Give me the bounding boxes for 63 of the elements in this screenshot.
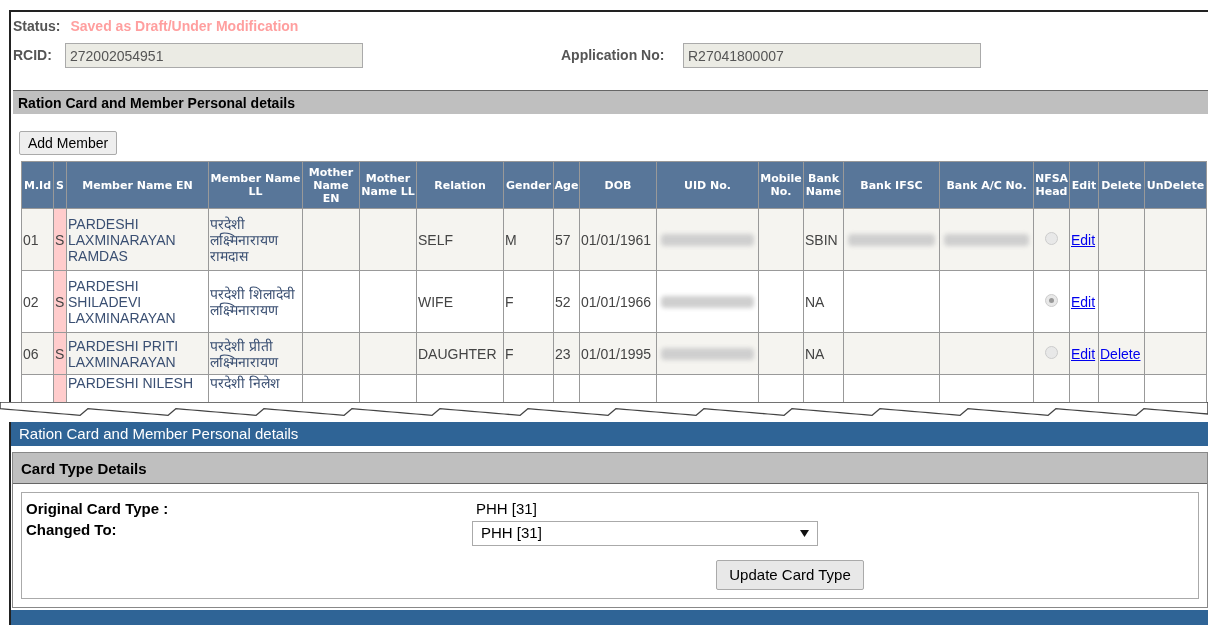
add-member-button[interactable]: Add Member — [19, 131, 118, 155]
table-cell: 01/01/1995 — [579, 332, 657, 375]
application-no-label: Application No: — [561, 46, 666, 65]
table-cell: 57 — [553, 208, 580, 271]
table-cell: DAUGHTER — [416, 332, 504, 375]
field-value: PHH [31] — [476, 498, 537, 519]
status-label: Status: — [13, 17, 61, 36]
table-cell: F — [503, 270, 554, 333]
rcid-label: RCID: — [12, 46, 53, 65]
table-cell: 23 — [553, 332, 580, 375]
column-header: Member Name EN — [66, 161, 209, 209]
table-cell: 01/01/1961 — [579, 208, 657, 271]
table-cell: WIFE — [416, 270, 504, 333]
table-cell: PARDESHI SHILADEVI LAXMINARAYAN — [66, 270, 209, 333]
status-value: Saved as Draft/Under Modification — [70, 17, 299, 36]
column-header: Bank A/C No. — [939, 161, 1034, 209]
rcid-field[interactable]: 272002054951 — [65, 43, 363, 68]
column-header: S — [53, 161, 67, 209]
card-type-dropdown[interactable]: PHH [31] — [472, 521, 818, 546]
field-label: Original Card Type : — [26, 498, 170, 519]
section-header: Ration Card and Member Personal details — [13, 90, 1208, 114]
field-label: Changed To: — [26, 520, 118, 540]
table-cell: परदेशी प्रीती लक्ष्मिनारायण — [208, 332, 303, 375]
column-header: DOB — [579, 161, 657, 209]
table-cell: NA — [803, 270, 844, 333]
column-header: Member Name LL — [208, 161, 303, 209]
column-header: Gender — [503, 161, 554, 209]
radio-button[interactable] — [1045, 345, 1058, 359]
column-header: Mother Name LL — [359, 161, 417, 209]
table-cell: परदेशी शिलादेवी लक्ष्मिनारायण — [208, 270, 303, 333]
caret-icon — [800, 530, 809, 537]
column-header: Mother Name EN — [302, 161, 360, 209]
column-header: UnDelete — [1144, 161, 1207, 209]
table-cell: PARDESHI LAXMINARAYAN RAMDAS — [66, 208, 209, 271]
dropdown-value: PHH [31] — [481, 523, 542, 544]
table-cell: PARDESHI PRITI LAXMINARAYAN — [66, 332, 209, 375]
column-header: Bank Name — [803, 161, 844, 209]
table-cell: परदेशी लक्ष्मिनारायण रामदास — [208, 208, 303, 271]
table-cell: NA — [803, 332, 844, 375]
column-header: Bank IFSC — [843, 161, 940, 209]
column-header: Age — [553, 161, 580, 209]
section-header: Card Type Details — [13, 453, 1207, 484]
table-cell: M — [503, 208, 554, 271]
table-cell: SBIN — [803, 208, 844, 271]
table-cell: 01/01/1966 — [579, 270, 657, 333]
column-header: Mobile No. — [758, 161, 804, 209]
table-cell: 01 — [21, 208, 54, 271]
column-header: UID No. — [656, 161, 759, 209]
column-header: NFSA Head — [1033, 161, 1070, 209]
radio-button[interactable] — [1045, 293, 1058, 307]
table-cell: F — [503, 332, 554, 375]
radio-button[interactable] — [1045, 231, 1058, 245]
update-card-type-button[interactable]: Update Card Type — [716, 560, 864, 590]
column-header: Delete — [1098, 161, 1145, 209]
table-cell: 06 — [21, 332, 54, 375]
column-header: M.Id — [21, 161, 54, 209]
table-cell: 52 — [553, 270, 580, 333]
column-header: Edit — [1069, 161, 1099, 209]
application-no-field[interactable]: R27041800007 — [683, 43, 981, 68]
column-header: Relation — [416, 161, 504, 209]
table-cell: 02 — [21, 270, 54, 333]
table-cell: SELF — [416, 208, 504, 271]
title-bar: Ration Card and Member Personal details — [11, 422, 1208, 446]
